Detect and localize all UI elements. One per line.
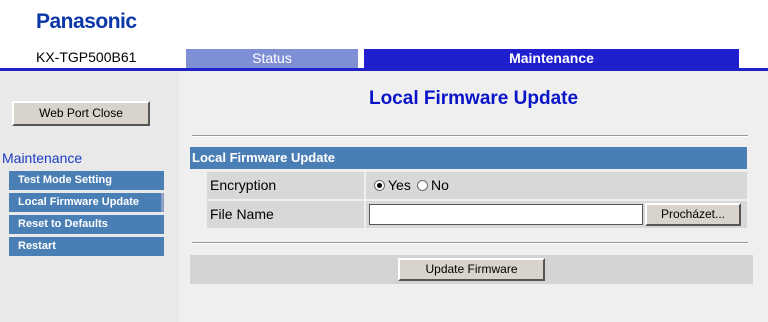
bottom-divider xyxy=(192,242,748,244)
encryption-label: Encryption xyxy=(207,172,364,199)
encryption-no-radio[interactable] xyxy=(417,180,428,191)
sidebar-item-reset-to-defaults[interactable]: Reset to Defaults xyxy=(9,215,164,234)
browse-button[interactable]: Procházet... xyxy=(645,203,741,226)
tab-status[interactable]: Status xyxy=(186,49,358,68)
sidebar-item-test-mode-setting[interactable]: Test Mode Setting xyxy=(9,171,164,190)
encryption-no-label: No xyxy=(431,177,449,193)
encryption-yes-radio[interactable] xyxy=(374,180,385,191)
panel-header: Local Firmware Update xyxy=(190,147,747,169)
device-model: KX-TGP500B61 xyxy=(36,49,137,65)
file-name-label: File Name xyxy=(207,201,364,228)
top-divider xyxy=(192,135,748,137)
sidebar-section-title: Maintenance xyxy=(2,150,83,166)
file-name-controls: Procházet... xyxy=(366,201,747,228)
file-name-input[interactable] xyxy=(369,204,643,225)
encryption-yes-label: Yes xyxy=(388,177,411,193)
sidebar-item-restart[interactable]: Restart xyxy=(9,237,164,256)
encryption-row: Encryption Yes No xyxy=(207,172,747,199)
sidebar-item-local-firmware-update[interactable]: Local Firmware Update xyxy=(9,193,164,212)
file-name-row: File Name Procházet... xyxy=(207,201,747,228)
web-port-close-button[interactable]: Web Port Close xyxy=(12,101,150,126)
page-title: Local Firmware Update xyxy=(368,88,579,109)
update-firmware-button[interactable]: Update Firmware xyxy=(398,258,545,281)
page-root: Panasonic KX-TGP500B61 Status Maintenanc… xyxy=(0,0,768,322)
encryption-options: Yes No xyxy=(366,172,747,199)
submit-bar: Update Firmware xyxy=(190,255,753,284)
tab-maintenance[interactable]: Maintenance xyxy=(364,49,739,68)
panasonic-logo: Panasonic xyxy=(36,10,137,33)
